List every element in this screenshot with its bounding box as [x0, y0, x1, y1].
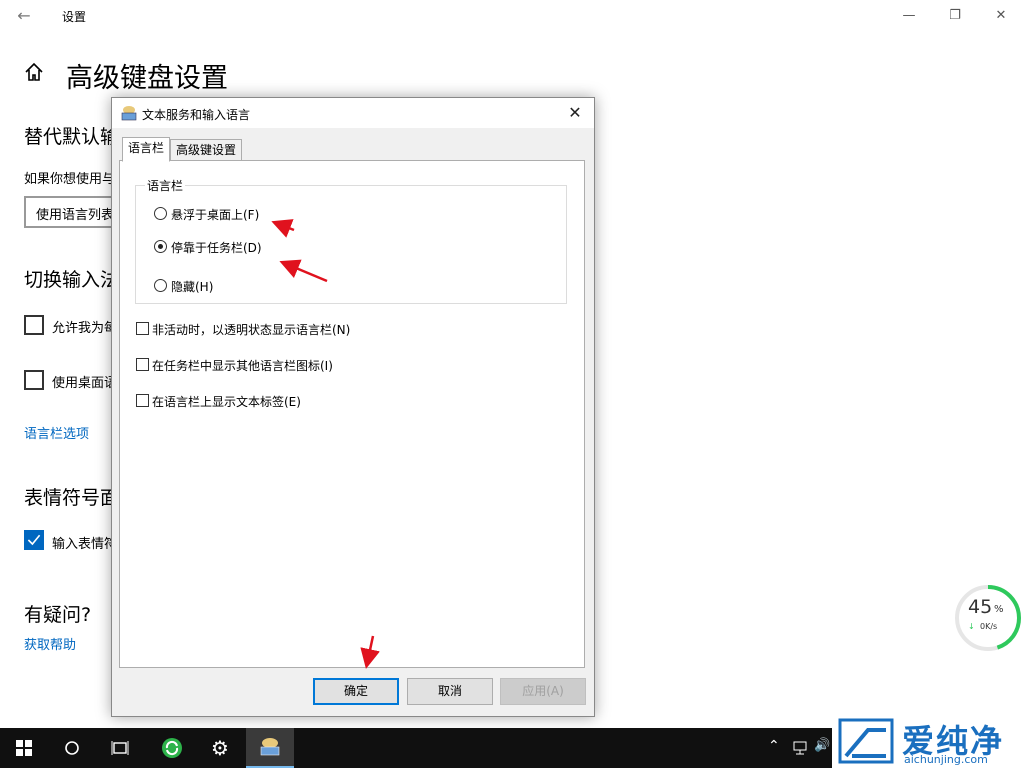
network-icon[interactable]	[792, 740, 808, 756]
arrow-dock	[279, 259, 328, 283]
speed-gauge-ring	[955, 585, 1021, 651]
gear-icon: ⚙	[211, 736, 229, 760]
speed-percent-unit: %	[994, 604, 1004, 615]
download-arrow-icon: ↓	[968, 622, 975, 631]
task-view-icon	[111, 741, 129, 755]
watermark-logo: 爱纯净 aichunjing.com	[832, 714, 1024, 768]
annotation-arrows	[271, 219, 380, 669]
speed-percent: 45	[968, 596, 993, 618]
search-circle-icon	[65, 741, 79, 755]
taskbar-settings-app[interactable]: ⚙	[196, 728, 244, 768]
task-view-button[interactable]	[96, 728, 144, 768]
speed-rate: 0K/s	[980, 622, 998, 631]
taskbar-browser-app[interactable]	[148, 728, 196, 768]
volume-icon[interactable]: 🔊	[814, 738, 830, 753]
show-hidden-icons-chevron[interactable]: ⌃	[768, 738, 780, 754]
arrow-ok	[360, 635, 380, 669]
arrow-float	[271, 219, 295, 238]
windows-logo-icon	[16, 740, 32, 756]
browser-icon	[162, 738, 182, 758]
start-button[interactable]	[0, 728, 48, 768]
taskbar-text-services-app[interactable]	[246, 728, 294, 768]
network-speed-widget[interactable]: 45 % ↓ 0K/s	[954, 584, 1022, 652]
keyboard-app-icon	[260, 738, 280, 756]
search-button[interactable]	[48, 728, 96, 768]
brand-url: aichunjing.com	[904, 753, 988, 766]
tab-language-bar[interactable]: 语言栏	[122, 137, 171, 162]
brand-mark-icon	[838, 718, 894, 764]
